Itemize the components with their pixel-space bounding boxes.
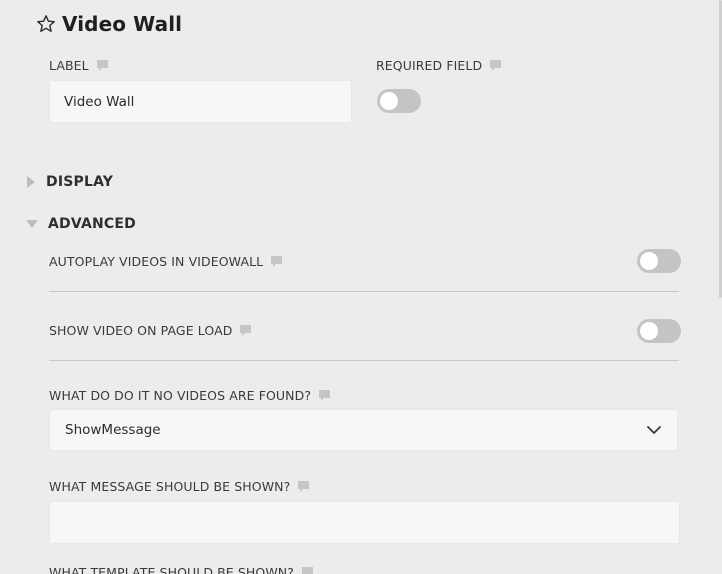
template-label-text: WHAT TEMPLATE SHOULD BE SHOWN? [49,565,294,574]
required-field-toggle[interactable] [377,89,421,113]
section-display-label: DISPLAY [46,174,114,190]
caret-right-icon [26,176,36,188]
required-field-label-text: REQUIRED FIELD [376,58,483,73]
no-videos-action-label: WHAT DO DO IT NO VIDEOS ARE FOUND? [49,388,331,403]
comment-icon[interactable] [298,480,310,493]
field-settings-panel: Video Wall LABEL REQUIRED FIELD DISPLAY … [0,0,722,574]
comment-icon[interactable] [240,324,252,337]
required-field-label: REQUIRED FIELD [376,58,502,73]
divider [49,360,679,361]
section-advanced-header[interactable]: ADVANCED [26,216,136,232]
label-input[interactable] [49,80,352,123]
autoplay-label-text: AUTOPLAY VIDEOS IN VIDEOWALL [49,254,264,269]
label-field-label-text: LABEL [49,58,89,73]
section-display-header[interactable]: DISPLAY [26,174,113,190]
toggle-knob [640,252,658,270]
template-label: WHAT TEMPLATE SHOULD BE SHOWN? [49,565,313,574]
toggle-knob [380,92,398,110]
divider [49,291,679,292]
show-on-load-label-text: SHOW VIDEO ON PAGE LOAD [49,323,233,338]
section-advanced-label: ADVANCED [48,216,136,232]
autoplay-toggle[interactable] [637,249,681,273]
label-field-label: LABEL [49,58,108,73]
show-on-load-label: SHOW VIDEO ON PAGE LOAD [49,323,252,338]
message-label-text: WHAT MESSAGE SHOULD BE SHOWN? [49,479,291,494]
comment-icon[interactable] [490,59,502,72]
caret-down-icon [26,219,38,229]
comment-icon[interactable] [271,255,283,268]
title-row: Video Wall [36,12,182,36]
message-label: WHAT MESSAGE SHOULD BE SHOWN? [49,479,310,494]
no-videos-action-selected: ShowMessage [65,422,161,438]
comment-icon[interactable] [302,566,313,574]
page-title: Video Wall [62,12,183,36]
no-videos-action-select[interactable]: ShowMessage [49,409,678,451]
chevron-down-icon [647,425,661,435]
no-videos-action-label-text: WHAT DO DO IT NO VIDEOS ARE FOUND? [49,388,312,403]
message-input[interactable] [49,501,680,544]
autoplay-label: AUTOPLAY VIDEOS IN VIDEOWALL [49,254,283,269]
show-on-load-toggle[interactable] [637,319,681,343]
comment-icon[interactable] [319,389,331,402]
star-icon[interactable] [36,14,56,34]
comment-icon[interactable] [96,59,108,72]
toggle-knob [640,322,658,340]
